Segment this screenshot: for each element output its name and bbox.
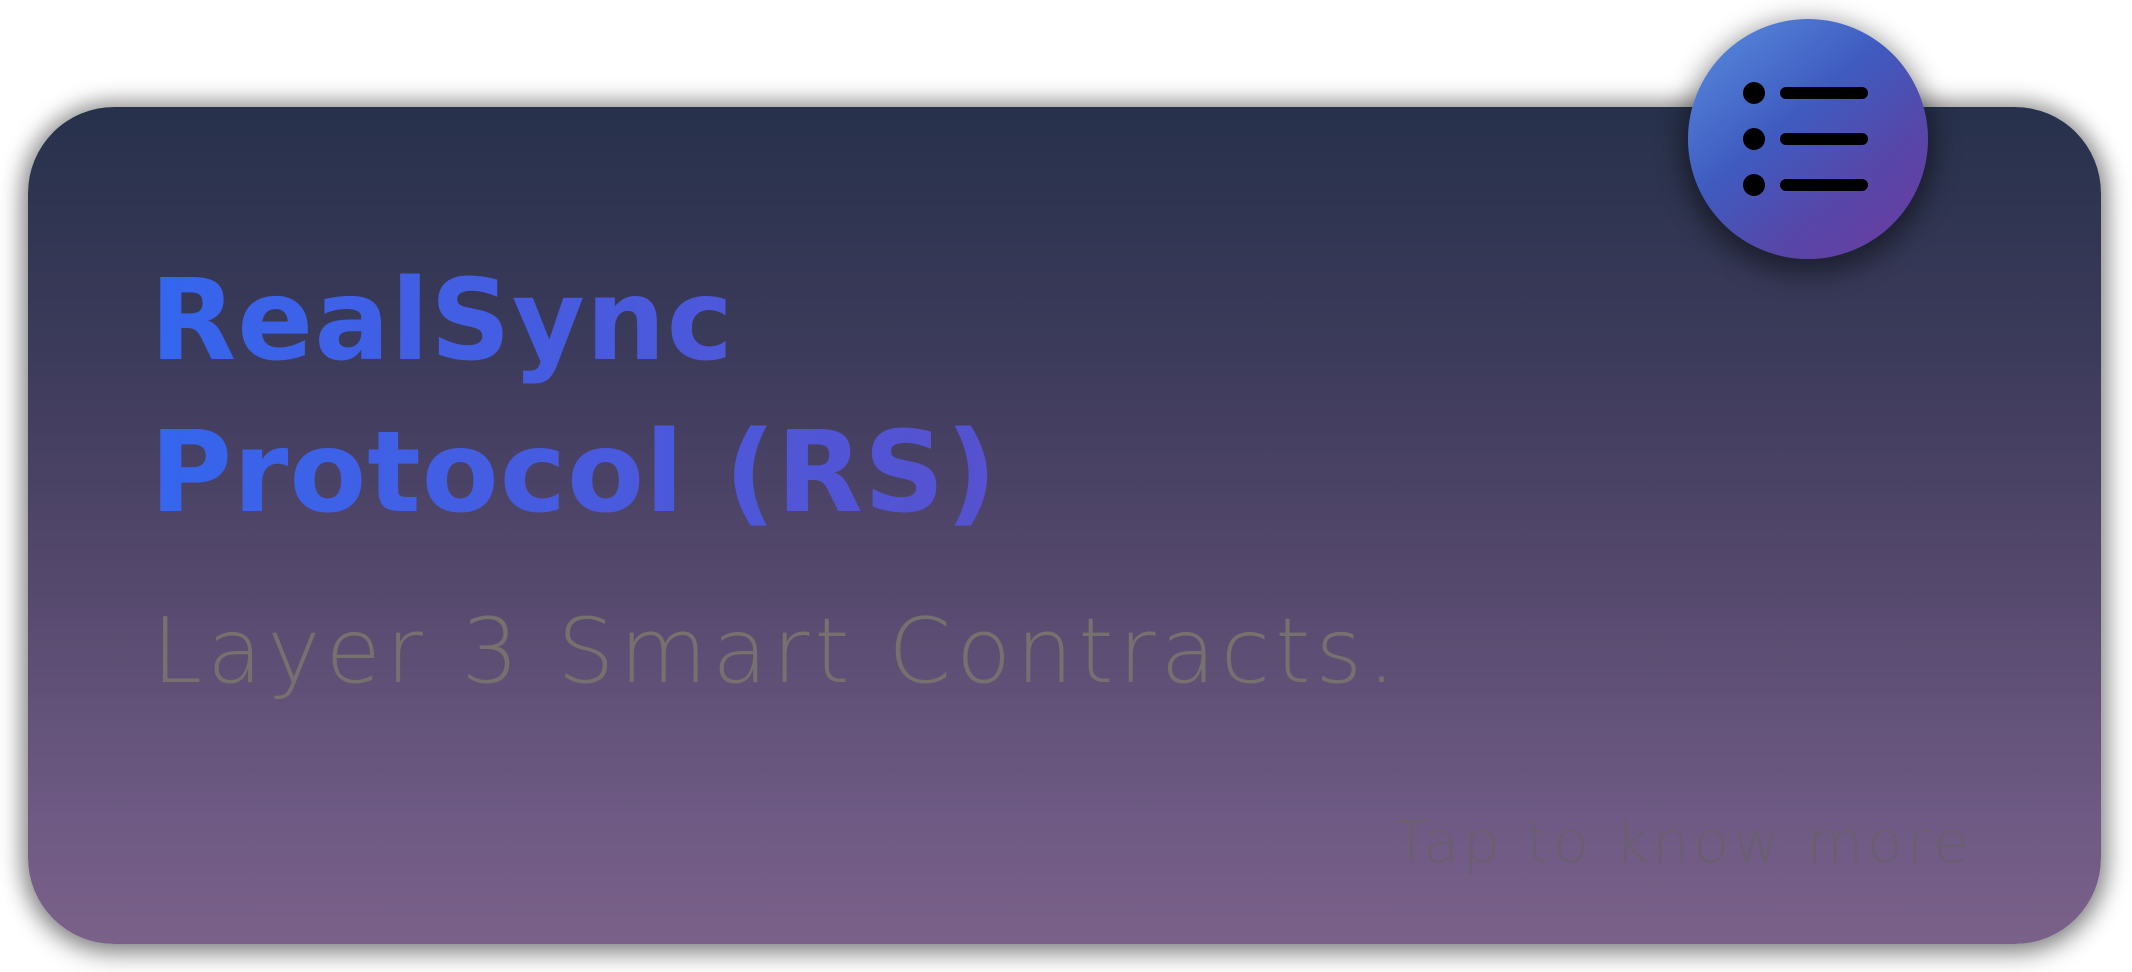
tap-to-know-more-link[interactable]: Tap to know more	[1394, 807, 1973, 877]
menu-button[interactable]	[1688, 19, 1928, 259]
list-icon	[1743, 82, 1868, 196]
card-subtitle: Layer 3 Smart Contracts.	[152, 599, 1401, 704]
card-title: RealSync Protocol (RS)	[150, 245, 1250, 549]
card-title-line1: RealSync	[150, 256, 734, 386]
card-title-line2: Protocol (RS)	[150, 408, 998, 538]
page: RealSync Protocol (RS) Layer 3 Smart Con…	[0, 0, 2132, 972]
